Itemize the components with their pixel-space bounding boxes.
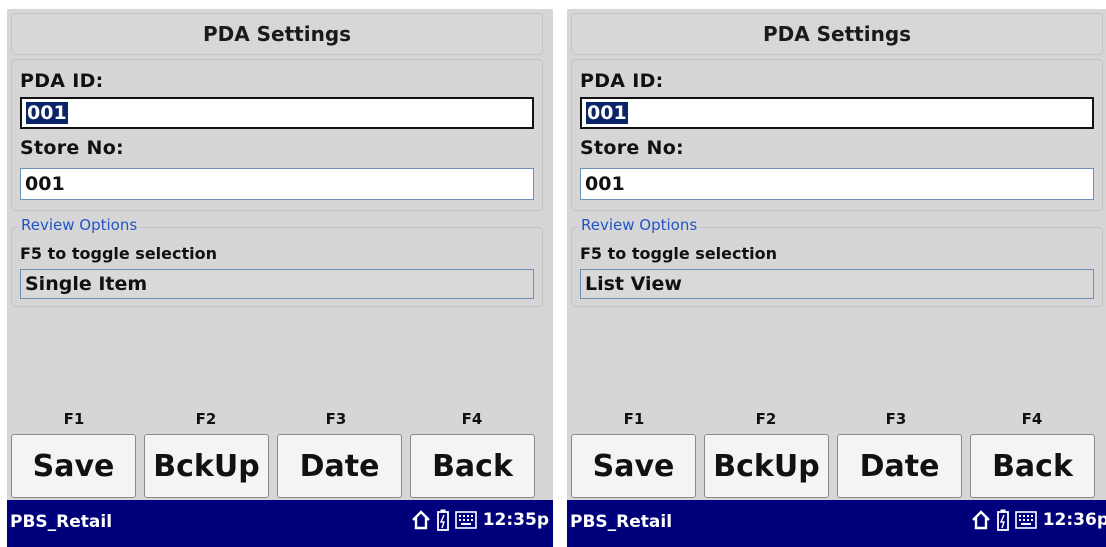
store-no-input[interactable]: 001 xyxy=(580,168,1094,200)
review-option-select[interactable]: Single Item xyxy=(20,269,534,299)
f4-label: F4 xyxy=(1021,410,1043,428)
system-tray: 12:35p xyxy=(411,509,549,531)
pda-id-value: 001 xyxy=(586,102,628,124)
taskbar: PBS_Retail 12:35p xyxy=(7,500,553,547)
pda-id-label: PDA ID: xyxy=(20,70,104,92)
pda-screen-1: PDA Settings PDA ID: 001 Store No: 001 R… xyxy=(7,9,553,547)
battery-icon xyxy=(436,509,449,531)
review-options-group: Review Options F5 to toggle selection Si… xyxy=(11,216,543,307)
review-options-group: Review Options F5 to toggle selection Li… xyxy=(571,216,1103,307)
save-button[interactable]: Save xyxy=(11,434,136,498)
f2-label: F2 xyxy=(755,410,777,428)
pda-id-input[interactable]: 001 xyxy=(20,97,534,129)
home-icon[interactable] xyxy=(971,510,991,530)
page-title: PDA Settings xyxy=(11,13,543,55)
store-no-label: Store No: xyxy=(20,137,124,159)
clock[interactable]: 12:35p xyxy=(483,510,549,530)
toggle-hint: F5 to toggle selection xyxy=(20,244,218,263)
pda-id-value: 001 xyxy=(26,102,68,124)
store-no-label: Store No: xyxy=(580,137,684,159)
page-title: PDA Settings xyxy=(571,13,1103,55)
f1-label: F1 xyxy=(63,410,85,428)
pda-screen-2: PDA Settings PDA ID: 001 Store No: 001 R… xyxy=(567,9,1106,547)
store-no-input[interactable]: 001 xyxy=(20,168,534,200)
settings-group: PDA ID: 001 Store No: 001 xyxy=(11,59,543,211)
settings-group: PDA ID: 001 Store No: 001 xyxy=(571,59,1103,211)
date-button[interactable]: Date xyxy=(837,434,962,498)
backup-button[interactable]: BckUp xyxy=(704,434,829,498)
home-icon[interactable] xyxy=(411,510,431,530)
f3-label: F3 xyxy=(325,410,347,428)
back-button[interactable]: Back xyxy=(410,434,535,498)
f4-label: F4 xyxy=(461,410,483,428)
save-button[interactable]: Save xyxy=(571,434,696,498)
f1-label: F1 xyxy=(623,410,645,428)
pda-id-input[interactable]: 001 xyxy=(580,97,1094,129)
toggle-hint: F5 to toggle selection xyxy=(580,244,778,263)
taskbar: PBS_Retail 12:36p xyxy=(567,500,1106,547)
review-options-legend: Review Options xyxy=(18,216,141,234)
app-name[interactable]: PBS_Retail xyxy=(10,512,112,532)
date-button[interactable]: Date xyxy=(277,434,402,498)
f3-label: F3 xyxy=(885,410,907,428)
keyboard-icon[interactable] xyxy=(454,511,477,529)
clock[interactable]: 12:36p xyxy=(1043,510,1106,530)
system-tray: 12:36p xyxy=(971,509,1106,531)
app-name[interactable]: PBS_Retail xyxy=(570,512,672,532)
pda-id-label: PDA ID: xyxy=(580,70,664,92)
review-options-legend: Review Options xyxy=(578,216,701,234)
keyboard-icon[interactable] xyxy=(1014,511,1037,529)
review-option-select[interactable]: List View xyxy=(580,269,1094,299)
backup-button[interactable]: BckUp xyxy=(144,434,269,498)
back-button[interactable]: Back xyxy=(970,434,1095,498)
f2-label: F2 xyxy=(195,410,217,428)
battery-icon xyxy=(996,509,1009,531)
